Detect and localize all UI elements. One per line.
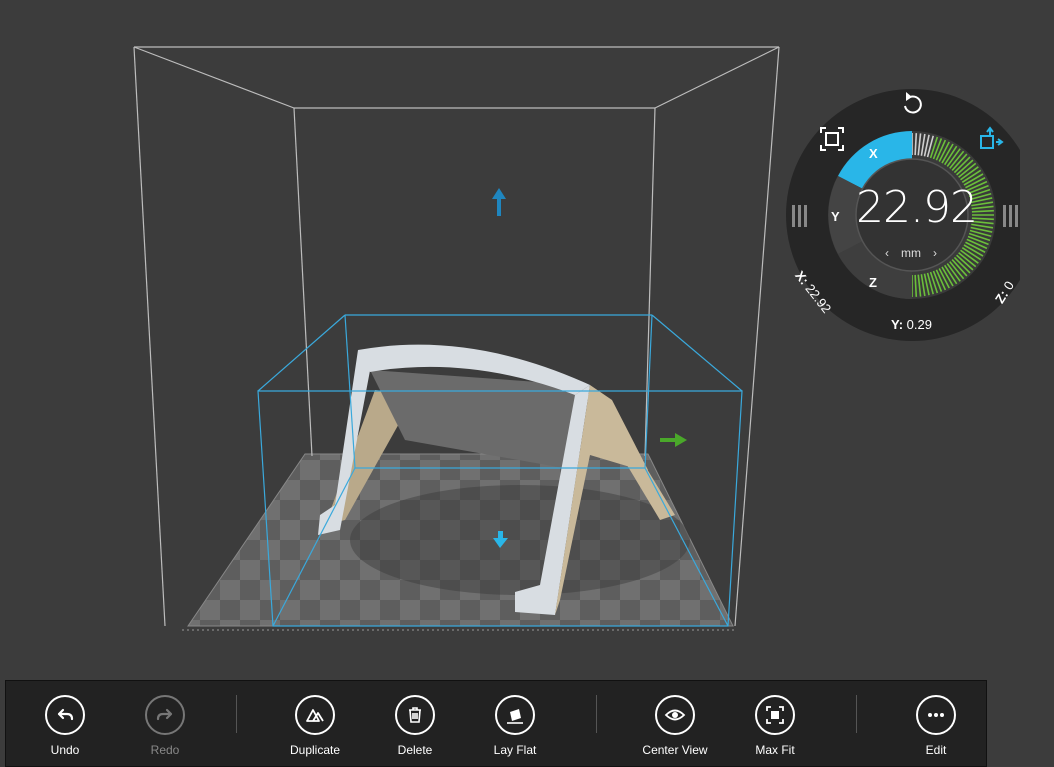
gizmo-unit-selector[interactable]: ‹ mm › bbox=[876, 246, 946, 260]
axis-y-label[interactable]: Y bbox=[831, 209, 840, 224]
toolbar-separator bbox=[236, 695, 237, 733]
lay-flat-label: Lay Flat bbox=[493, 743, 537, 757]
max-fit-label: Max Fit bbox=[755, 743, 795, 757]
center-view-label: Center View bbox=[642, 743, 708, 757]
move-up-arrow[interactable] bbox=[492, 188, 506, 216]
delete-label: Delete bbox=[397, 743, 433, 757]
redo-icon bbox=[156, 708, 173, 721]
undo-icon bbox=[57, 708, 74, 721]
duplicate-icon bbox=[306, 709, 324, 722]
readout-y: Y: 0.29 bbox=[891, 317, 932, 332]
move-right-arrow[interactable] bbox=[660, 433, 687, 447]
3d-viewport[interactable]: 22.92 ‹ mm › X Y Z X: 22.92 Y: 0.29 Z: 0 bbox=[0, 0, 1054, 680]
toolbar-separator bbox=[596, 695, 597, 733]
drag-handle-icon-right bbox=[1003, 205, 1018, 227]
redo-label: Redo bbox=[150, 743, 180, 757]
lay-flat-icon bbox=[507, 709, 523, 724]
transform-gizmo[interactable]: 22.92 ‹ mm › X Y Z X: 22.92 Y: 0.29 Z: 0 bbox=[780, 84, 1020, 346]
center-view-button[interactable]: Center View bbox=[635, 695, 715, 757]
more-icon bbox=[928, 713, 944, 717]
model-shadow bbox=[350, 485, 690, 595]
duplicate-button[interactable]: Duplicate bbox=[275, 695, 355, 757]
lay-flat-button[interactable]: Lay Flat bbox=[475, 695, 555, 757]
unit-label: mm bbox=[901, 246, 921, 260]
gizmo-value[interactable]: 22.92 bbox=[856, 182, 978, 233]
toolbar-separator bbox=[856, 695, 857, 733]
bottom-toolbar: Undo Redo Duplicate Delete Lay Flat Cent… bbox=[5, 680, 987, 767]
max-fit-button[interactable]: Max Fit bbox=[735, 695, 815, 757]
trash-icon bbox=[409, 707, 421, 723]
duplicate-label: Duplicate bbox=[289, 743, 341, 757]
readout-y-label: Y: bbox=[891, 317, 904, 332]
unit-prev-icon[interactable]: ‹ bbox=[879, 246, 895, 260]
edit-label: Edit bbox=[925, 743, 947, 757]
readout-y-value: 0.29 bbox=[906, 317, 932, 332]
unit-next-icon[interactable]: › bbox=[927, 246, 943, 260]
undo-button[interactable]: Undo bbox=[25, 695, 105, 757]
drag-handle-icon-left bbox=[792, 205, 807, 227]
max-fit-icon bbox=[766, 706, 784, 724]
redo-button[interactable]: Redo bbox=[125, 695, 205, 757]
axis-x-label[interactable]: X bbox=[869, 146, 878, 161]
undo-label: Undo bbox=[50, 743, 80, 757]
edit-button[interactable]: Edit bbox=[896, 695, 976, 757]
eye-icon bbox=[664, 709, 686, 721]
delete-button[interactable]: Delete bbox=[375, 695, 455, 757]
axis-z-label[interactable]: Z bbox=[869, 275, 877, 290]
